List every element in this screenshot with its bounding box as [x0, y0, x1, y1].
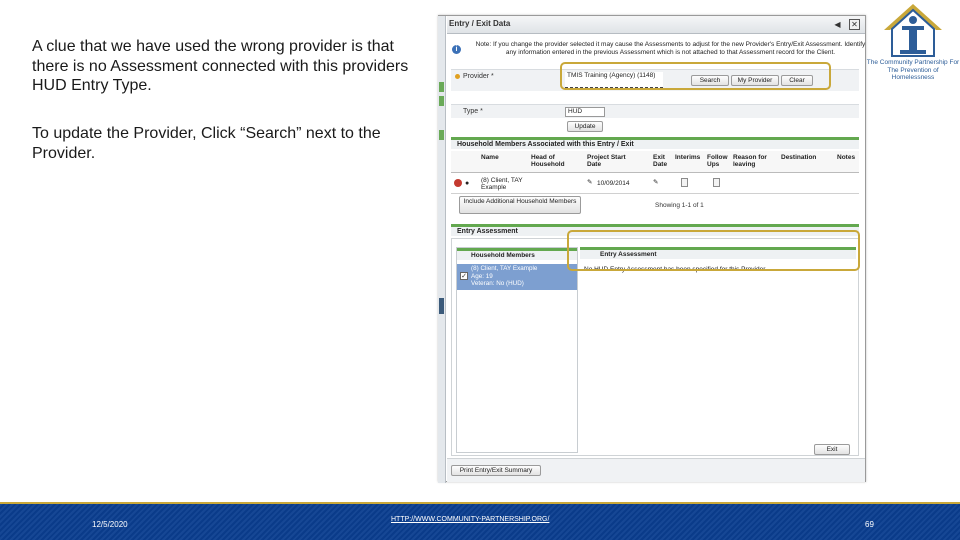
col-head-of-household: Head of Household	[531, 154, 565, 168]
type-row: Type * HUD	[451, 104, 859, 118]
household-section-header: Household Members Associated with this E…	[451, 137, 859, 149]
project-start-date: 10/09/2014	[597, 180, 630, 187]
col-notes: Notes	[837, 154, 856, 161]
footer-link[interactable]: HTTP://WWW.COMMUNITY-PARTNERSHIP.ORG/	[391, 516, 549, 523]
table-row[interactable]: ● (8) Client, TAY Example ✎ 10/09/2014 ✎	[451, 173, 859, 194]
organization-logo: The Community Partnership For The Preven…	[866, 2, 960, 92]
col-name: Name	[481, 154, 499, 161]
slide-paragraph-clue: A clue that we have used the wrong provi…	[32, 38, 409, 94]
logo-text: The Community Partnership For The Preven…	[866, 59, 960, 81]
col-exit-date: Exit Date	[653, 154, 668, 168]
col-destination: Destination	[781, 154, 817, 161]
exit-button[interactable]: Exit	[814, 444, 850, 455]
household-members-list: Household Members ✓ (8) Client, TAY Exam…	[456, 247, 578, 453]
provider-highlight-box	[560, 62, 831, 90]
help-icon[interactable]: ◀	[832, 19, 843, 30]
print-summary-button[interactable]: Print Entry/Exit Summary	[451, 465, 541, 476]
page-number: 69	[865, 520, 874, 529]
pencil-icon[interactable]: ✎	[587, 179, 595, 187]
include-household-button[interactable]: Include Additional Household Members	[459, 196, 581, 214]
pencil-icon[interactable]: ✎	[653, 179, 661, 187]
slide: A clue that we have used the wrong provi…	[0, 0, 960, 540]
required-icon	[455, 74, 460, 79]
info-icon: i	[452, 45, 461, 54]
member-name[interactable]: (8) Client, TAY Example	[481, 177, 531, 191]
provider-change-note: Note: If you change the provider selecte…	[475, 41, 866, 56]
footer-date: 12/5/2020	[92, 520, 128, 529]
showing-count: Showing 1-1 of 1	[655, 202, 704, 209]
household-table: Name Head of Household Project Start Dat…	[451, 151, 859, 194]
checkbox-icon[interactable]: ✓	[460, 272, 468, 280]
col-interims: Interims	[675, 154, 701, 161]
selected-member[interactable]: ✓ (8) Client, TAY Example Age: 19 Vetera…	[457, 264, 577, 290]
logo-house-icon	[884, 4, 942, 57]
col-reason-for-leaving: Reason for leaving	[733, 154, 767, 168]
window-title: Entry / Exit Data	[449, 19, 511, 28]
type-label: Type *	[463, 108, 483, 115]
window-titlebar: Entry / Exit Data ◀ ✕	[447, 16, 865, 34]
member-line-veteran: Veteran: No (HUD)	[471, 280, 524, 287]
background-app-strip	[438, 16, 446, 483]
member-line-age: Age: 19	[471, 272, 493, 280]
member-line-name: (8) Client, TAY Example	[471, 265, 538, 272]
col-project-start: Project Start Date	[587, 154, 626, 168]
update-button[interactable]: Update	[567, 121, 603, 132]
provider-label: Provider *	[463, 73, 494, 80]
entry-assessment-column: Entry Assessment No HUD Entry Assessment…	[580, 247, 856, 453]
col-follow-ups: Follow Ups	[707, 154, 728, 168]
delete-icon[interactable]	[454, 179, 462, 187]
document-icon[interactable]	[681, 178, 688, 187]
lock-icon: ●	[465, 180, 470, 187]
household-table-header: Name Head of Household Project Start Dat…	[451, 151, 859, 173]
close-icon[interactable]: ✕	[849, 19, 860, 30]
assessment-highlight-box	[567, 230, 860, 271]
document-icon[interactable]	[713, 178, 720, 187]
household-members-header: Household Members	[457, 248, 577, 260]
slide-paragraph-instruction: To update the Provider, Click “Search” n…	[32, 125, 381, 162]
type-select[interactable]: HUD	[565, 107, 605, 117]
